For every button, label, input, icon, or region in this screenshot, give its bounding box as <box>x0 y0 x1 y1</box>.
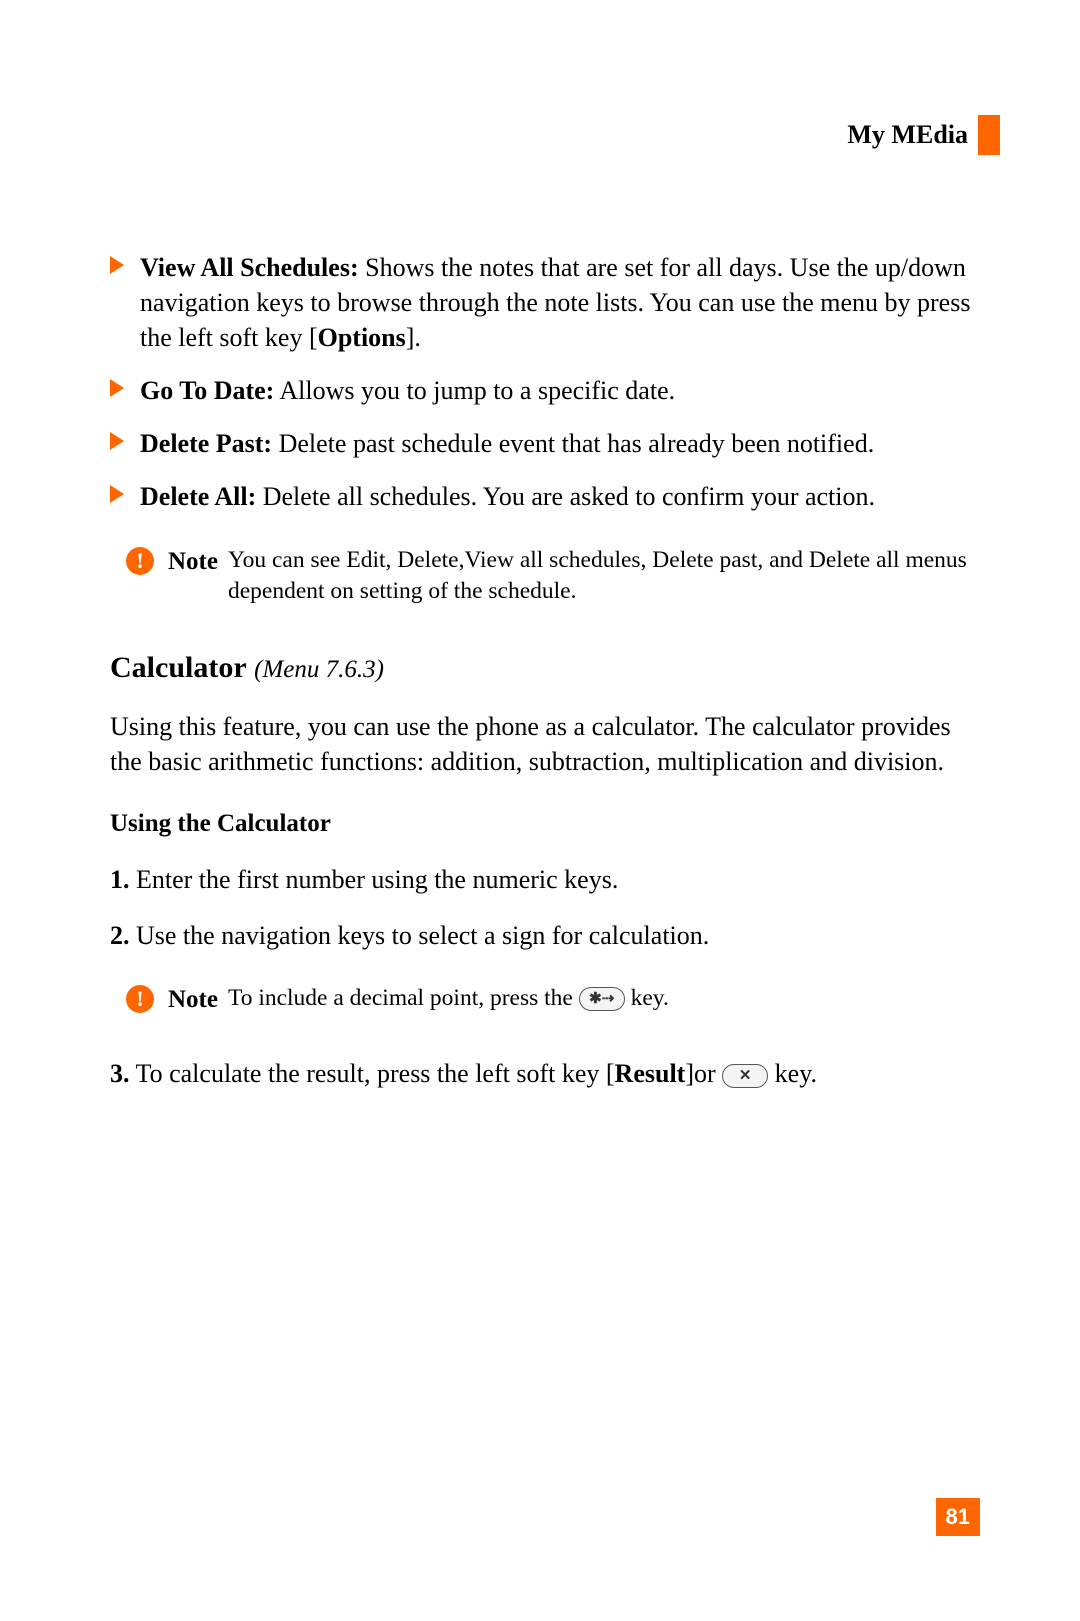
step-2: 2. Use the navigation keys to select a s… <box>110 918 975 953</box>
bullet-title: Delete Past: <box>140 429 272 458</box>
bullet-text-after: ]. <box>406 323 421 352</box>
step-text-post: key. <box>768 1059 817 1088</box>
arrow-right-icon <box>110 379 124 397</box>
step-3: 3. To calculate the result, press the le… <box>110 1056 975 1091</box>
note-label: Note <box>168 983 218 1017</box>
exclamation-icon: ! <box>126 547 154 575</box>
step-text-pre: To calculate the result, press the left … <box>130 1059 615 1088</box>
step-1: 1. Enter the first number using the nume… <box>110 862 975 897</box>
note-pre: To include a decimal point, press the <box>228 985 579 1011</box>
step-number: 3. <box>110 1059 130 1088</box>
bullet-text: Delete all schedules. You are asked to c… <box>256 482 875 511</box>
section-paragraph: Using this feature, you can use the phon… <box>110 709 975 779</box>
step-number: 2. <box>110 921 130 950</box>
arrow-right-icon <box>110 256 124 274</box>
menu-reference: (Menu 7.6.3) <box>254 656 384 683</box>
step-text-mid: ]or <box>685 1059 722 1088</box>
page-number: 81 <box>936 1498 980 1536</box>
inline-bold: Options <box>318 323 406 352</box>
section-heading-title: Calculator <box>110 651 247 684</box>
sub-heading-using-calculator: Using the Calculator <box>110 807 975 841</box>
note-text: To include a decimal point, press the ✱⇢… <box>228 983 975 1015</box>
x-key-icon: ✕ <box>722 1064 768 1088</box>
bullet-go-to-date: Go To Date: Allows you to jump to a spec… <box>110 373 975 408</box>
note-text: You can see Edit, Delete,View all schedu… <box>228 545 975 608</box>
step-bold: Result <box>615 1059 686 1088</box>
bullet-text: Delete past schedule event that has alre… <box>272 429 874 458</box>
bullet-title: Delete All: <box>140 482 256 511</box>
header-accent-block <box>978 115 1000 155</box>
bullet-view-all-schedules: View All Schedules: Shows the notes that… <box>110 250 975 355</box>
step-text: Use the navigation keys to select a sign… <box>130 921 710 950</box>
bullet-title: View All Schedules: <box>140 253 359 282</box>
section-heading-calculator: Calculator (Menu 7.6.3) <box>110 648 975 689</box>
note-post: key. <box>625 985 669 1011</box>
arrow-right-icon <box>110 432 124 450</box>
bullet-delete-all: Delete All: Delete all schedules. You ar… <box>110 479 975 514</box>
exclamation-icon: ! <box>126 985 154 1013</box>
note-label: Note <box>168 545 218 579</box>
note-box-2: ! Note To include a decimal point, press… <box>126 983 975 1017</box>
arrow-right-icon <box>110 485 124 503</box>
note-box-1: ! Note You can see Edit, Delete,View all… <box>126 545 975 608</box>
bullet-title: Go To Date: <box>140 376 274 405</box>
manual-page: My MEdia View All Schedules: Shows the n… <box>0 0 1080 1621</box>
star-key-icon: ✱⇢ <box>579 987 625 1011</box>
bullet-delete-past: Delete Past: Delete past schedule event … <box>110 426 975 461</box>
header-title: My MEdia <box>847 120 968 150</box>
step-text: Enter the first number using the numeric… <box>130 865 619 894</box>
page-header: My MEdia <box>847 115 1000 155</box>
step-number: 1. <box>110 865 130 894</box>
page-content: View All Schedules: Shows the notes that… <box>110 250 975 1091</box>
bullet-text: Allows you to jump to a specific date. <box>274 376 675 405</box>
